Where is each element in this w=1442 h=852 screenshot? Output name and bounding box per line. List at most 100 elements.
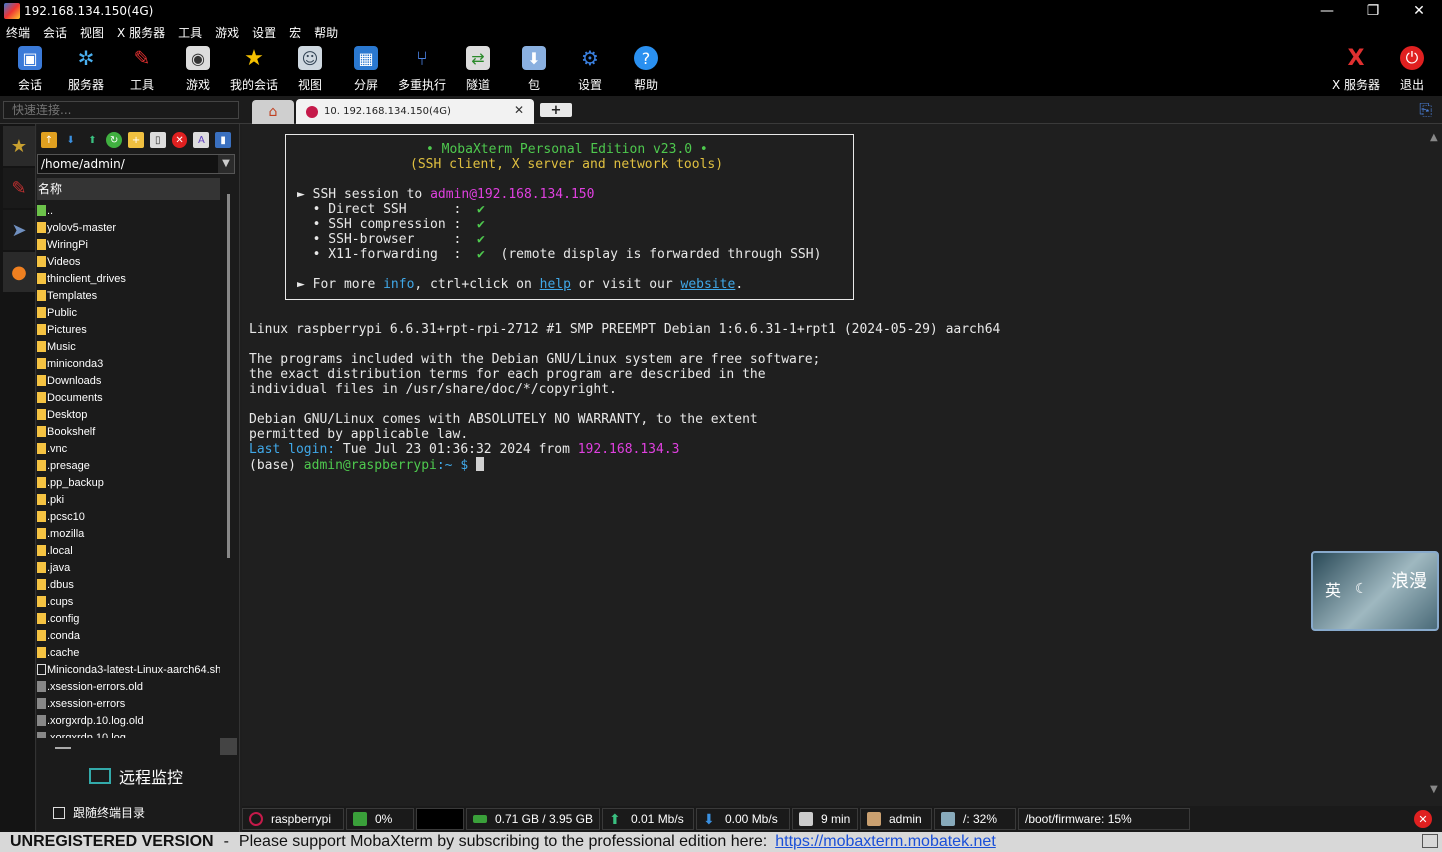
maximize-button[interactable]: ❐ [1350,0,1396,22]
scroll-down-icon[interactable]: ▼ [1430,784,1438,795]
file-list-item[interactable]: miniconda3 [37,355,220,372]
packages-button[interactable]: ⬇ 包 [506,46,562,94]
file-list-item[interactable]: .dbus [37,576,220,593]
file-list-item[interactable]: .presage [37,457,220,474]
sessions-star-tab[interactable]: ★ [3,126,35,166]
file-list-item[interactable]: Pictures [37,321,220,338]
folder-up-icon[interactable]: ↑ [41,132,57,148]
help-button[interactable]: ? 帮助 [618,46,674,94]
split-button[interactable]: ▦ 分屏 [338,46,394,94]
file-name: Downloads [47,374,102,387]
refresh-icon[interactable]: ↻ [106,132,123,148]
file-list-item[interactable]: .mozilla [37,525,220,542]
view-button[interactable]: ☺ 视图 [282,46,338,94]
my-sessions-button[interactable]: ★ 我的会话 [226,46,282,94]
file-list-item[interactable]: Miniconda3-latest-Linux-aarch64.sh [37,661,220,678]
file-list-item[interactable]: .xorgxrdp.10.log [37,729,220,738]
exit-button[interactable]: ⏻ 退出 [1384,46,1440,94]
follow-terminal-checkbox[interactable] [53,806,65,819]
home-tab[interactable]: ⌂ [252,100,294,124]
file-list-item[interactable]: .pki [37,491,220,508]
file-list-item[interactable]: .cache [37,644,220,661]
tools-button[interactable]: ✎ 工具 [114,46,170,94]
file-list-item[interactable]: .vnc [37,440,220,457]
tunnel-button[interactable]: ⇄ 隧道 [450,46,506,94]
file-list-item[interactable]: Bookshelf [37,423,220,440]
file-list-item[interactable]: Music [37,338,220,355]
file-list-item[interactable]: .java [37,559,220,576]
file-list-item[interactable]: Downloads [37,372,220,389]
new-file-icon[interactable]: ▯ [149,132,166,148]
scroll-up-icon[interactable]: ▲ [1430,132,1438,143]
download-icon[interactable]: ⬇ [63,132,79,148]
name-column-header[interactable]: 名称 [37,178,220,200]
sftp-side-tab[interactable]: ➤ [3,210,35,250]
file-list-item[interactable]: .conda [37,627,220,644]
mobaxterm-link[interactable]: https://mobaxterm.mobatek.net [775,833,996,851]
file-list-item[interactable]: .pp_backup [37,474,220,491]
file-list-item[interactable]: Videos [37,253,220,270]
file-list-item[interactable]: Desktop [37,406,220,423]
macros-side-tab[interactable]: ● [3,252,35,292]
shell-prompt[interactable]: (base) admin@raspberrypi:~ $ [249,457,484,473]
file-list-item[interactable]: .config [37,610,220,627]
file-list-item[interactable]: .. [37,202,220,219]
panel-icon[interactable]: ▮ [215,132,232,148]
follow-terminal-option[interactable]: 跟随终端目录 [53,804,145,821]
menu-help[interactable]: 帮助 [314,24,338,41]
file-list-item[interactable]: .xorgxrdp.10.log.old [37,712,220,729]
xserver-button[interactable]: X X 服务器 [1328,46,1384,94]
horizontal-scrollbar[interactable] [37,738,240,756]
menu-tools[interactable]: 工具 [178,24,202,41]
session-button[interactable]: ▣ 会话 [2,46,58,94]
file-list-item[interactable]: .xsession-errors.old [37,678,220,695]
rename-icon[interactable]: A [193,132,210,148]
help-link[interactable]: help [540,277,571,292]
games-button[interactable]: ◉ 游戏 [170,46,226,94]
floating-widget[interactable]: 英 ☾ 浪漫 [1311,551,1439,631]
servers-button[interactable]: ✲ 服务器 [58,46,114,94]
menu-terminal[interactable]: 终端 [6,24,30,41]
quick-connect-input[interactable] [3,101,239,119]
file-list-item[interactable]: .xsession-errors [37,695,220,712]
session-tab[interactable]: 10. 192.168.134.150(4G) ✕ [296,99,534,124]
upload-icon[interactable]: ⬆ [85,132,101,148]
website-link[interactable]: website [681,277,736,292]
close-session-icon[interactable]: ✕ [1414,810,1432,828]
menu-view[interactable]: 视图 [80,24,104,41]
file-list-item[interactable]: Documents [37,389,220,406]
menu-xserver[interactable]: X 服务器 [117,24,165,41]
file-list-item[interactable]: .local [37,542,220,559]
multiexec-button[interactable]: ⑂ 多重执行 [394,46,450,94]
file-list-item[interactable]: thinclient_drives [37,270,220,287]
menu-settings[interactable]: 设置 [252,24,276,41]
close-button[interactable]: ✕ [1396,0,1442,22]
chevron-down-icon[interactable]: ▼ [218,155,234,173]
scroll-thumb[interactable] [55,747,71,749]
delete-icon[interactable]: ✕ [171,132,188,148]
terminal[interactable]: • MobaXterm Personal Edition v23.0 • (SS… [242,124,1428,806]
feature-direct-ssh: • Direct SSH : ✔ [297,202,485,217]
file-list-item[interactable]: yolov5-master [37,219,220,236]
file-list-item[interactable]: Public [37,304,220,321]
file-list-item[interactable]: .pcsc10 [37,508,220,525]
close-tab-icon[interactable]: ✕ [514,103,524,117]
remote-monitor-button[interactable]: 远程监控 [89,764,183,788]
file-list-item[interactable]: .cups [37,593,220,610]
paperclip-icon[interactable]: ⎘ [1419,100,1432,120]
tools-side-tab[interactable]: ✎ [3,168,35,208]
new-tab-button[interactable]: + [540,103,572,118]
settings-button[interactable]: ⚙ 设置 [562,46,618,94]
terminal-scrollbar[interactable]: ▲ ▼ [1428,124,1442,806]
new-folder-icon[interactable]: + [128,132,144,148]
minimize-button[interactable]: — [1304,0,1350,22]
menu-macros[interactable]: 宏 [289,24,301,41]
info-link[interactable]: info [383,277,414,292]
file-list-scrollbar[interactable] [227,194,230,558]
file-list-item[interactable]: WiringPi [37,236,220,253]
window-mode-icon[interactable] [1422,834,1438,848]
menu-games[interactable]: 游戏 [215,24,239,41]
file-list-item[interactable]: Templates [37,287,220,304]
path-field[interactable]: /home/admin/ ▼ [37,154,235,174]
menu-sessions[interactable]: 会话 [43,24,67,41]
